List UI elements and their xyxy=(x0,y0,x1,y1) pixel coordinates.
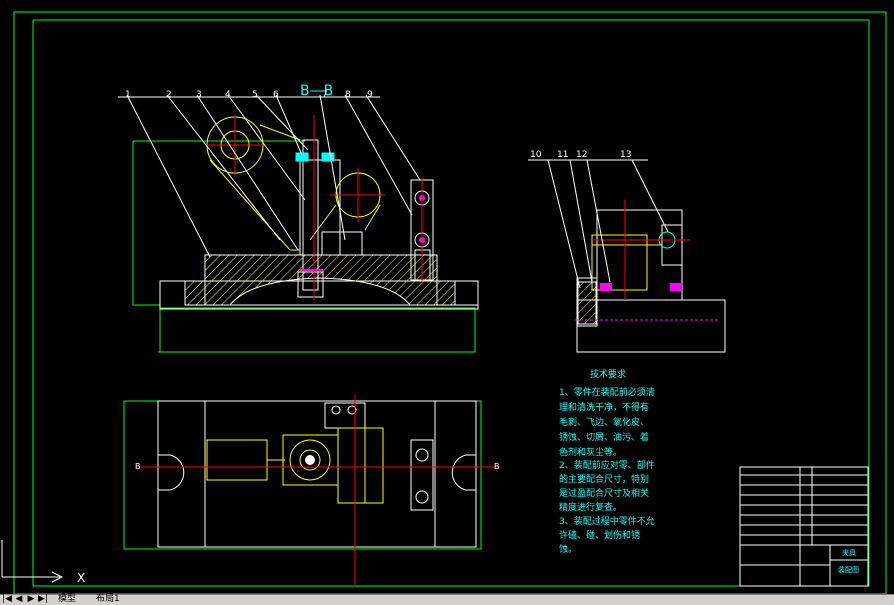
tab-next-icon[interactable]: ▶ xyxy=(26,594,36,604)
balloon-5: 5 xyxy=(252,90,258,100)
balloon-6: 6 xyxy=(273,90,279,100)
balloon-10: 10 xyxy=(530,150,542,160)
tech-requirements: 技术要求 1、零件在装配前必须清 理和清洗干净，不得有 毛刺、飞边、氧化皮、 锈… xyxy=(559,368,655,555)
balloon-8: 8 xyxy=(345,90,351,100)
tech-req-line: 2、装配前应对零、部件 xyxy=(559,459,655,471)
balloon-1: 1 xyxy=(125,90,131,100)
section-view-bb: B—B 1 2 3 4 5 6 7 8 9 xyxy=(118,83,479,353)
tech-req-line: 锈蚀、切屑、油污、着 xyxy=(559,431,649,443)
tech-req-line: 1、零件在装配前必须清 xyxy=(559,386,655,398)
title-block-name: 夹具 xyxy=(842,548,856,557)
balloon-4: 4 xyxy=(225,90,231,100)
tech-req-title: 技术要求 xyxy=(590,368,626,380)
ucs-icon xyxy=(1,540,64,583)
tech-req-line: 色剂和灰尘等。 xyxy=(559,446,622,458)
tech-req-line: 许磕、碰、划伤和锈 xyxy=(559,529,640,541)
tech-req-line: 精度进行复查。 xyxy=(559,501,622,513)
balloon-3: 3 xyxy=(196,90,202,100)
top-view: B B xyxy=(123,395,500,585)
section-mark-right: B xyxy=(494,462,500,471)
tab-prev-icon[interactable]: ◀ xyxy=(14,594,24,604)
tech-req-line: 理和清洗干净，不得有 xyxy=(559,401,649,413)
tab-model[interactable]: 模型 xyxy=(58,594,76,604)
title-block-sub: 装配图 xyxy=(838,565,859,574)
balloon-13: 13 xyxy=(620,150,631,160)
tab-first-icon[interactable]: |◀ xyxy=(2,594,12,604)
tech-req-line: 的主要配合尺寸，特别 xyxy=(559,473,649,485)
tech-req-line: 3、装配过程中零件不允 xyxy=(559,515,655,527)
balloon-12: 12 xyxy=(576,150,587,160)
balloon-9: 9 xyxy=(367,90,373,100)
side-view: 10 11 12 13 xyxy=(528,150,726,353)
section-mark-left: B xyxy=(135,462,141,471)
tab-layout1[interactable]: 布局1 xyxy=(96,594,120,604)
tab-last-icon[interactable]: ▶| xyxy=(38,594,48,604)
tech-req-line: 毛刺、飞边、氧化皮、 xyxy=(559,416,649,428)
cad-drawing-canvas[interactable]: B—B 1 2 3 4 5 6 7 8 9 10 11 12 13 B B X … xyxy=(0,0,894,604)
balloon-2: 2 xyxy=(166,90,172,100)
balloon-11: 11 xyxy=(557,150,568,160)
axis-x-label: X xyxy=(77,571,85,585)
layout-tab-bar: |◀ ◀ ▶ ▶| 模型 布局1 xyxy=(0,594,894,605)
tech-req-line: 蚀。 xyxy=(559,543,577,555)
tech-req-line: 是过盈配合尺寸及相关 xyxy=(559,487,649,499)
balloon-7: 7 xyxy=(322,90,328,100)
